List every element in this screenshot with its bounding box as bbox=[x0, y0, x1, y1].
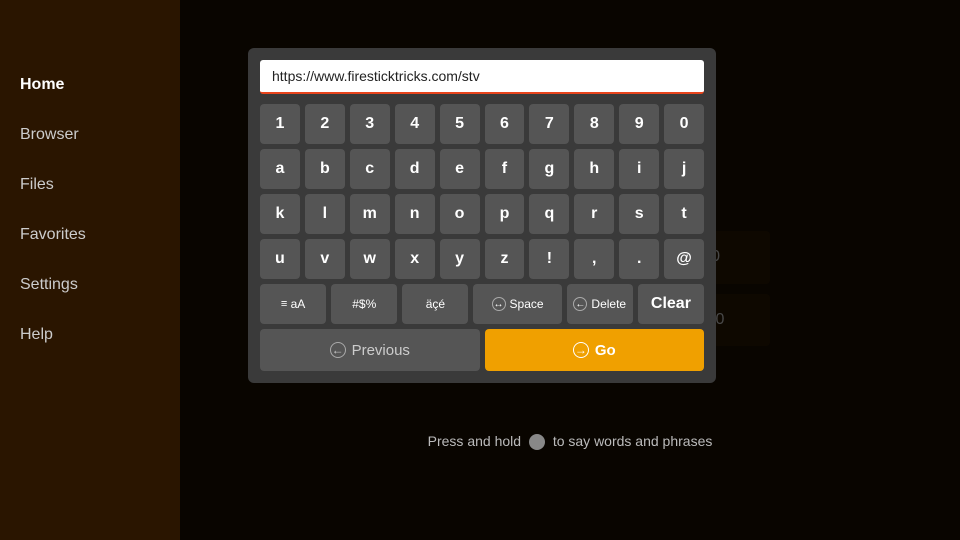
key-delete[interactable]: ← Delete bbox=[567, 284, 633, 324]
sidebar-item-home[interactable]: Home bbox=[0, 60, 180, 110]
key-at[interactable]: @ bbox=[664, 239, 704, 279]
key-0[interactable]: 0 bbox=[664, 104, 704, 144]
key-6[interactable]: 6 bbox=[485, 104, 525, 144]
key-m[interactable]: m bbox=[350, 194, 390, 234]
sidebar-item-browser[interactable]: Browser bbox=[0, 110, 180, 160]
key-8[interactable]: 8 bbox=[574, 104, 614, 144]
key-u[interactable]: u bbox=[260, 239, 300, 279]
previous-button[interactable]: ← Previous bbox=[260, 329, 480, 371]
go-button[interactable]: → Go bbox=[485, 329, 705, 371]
key-5[interactable]: 5 bbox=[440, 104, 480, 144]
key-accents[interactable]: äçé bbox=[402, 284, 468, 324]
key-a[interactable]: a bbox=[260, 149, 300, 189]
keyboard-dialog: https://www.firesticktricks.com/stv 1 2 … bbox=[248, 48, 716, 383]
mic-icon bbox=[529, 434, 545, 450]
key-k[interactable]: k bbox=[260, 194, 300, 234]
sidebar-item-files[interactable]: Files bbox=[0, 160, 180, 210]
key-9[interactable]: 9 bbox=[619, 104, 659, 144]
key-comma[interactable]: , bbox=[574, 239, 614, 279]
key-symbols[interactable]: #$% bbox=[331, 284, 397, 324]
row-k-t: k l m n o p q r s t bbox=[260, 194, 704, 234]
key-space[interactable]: ↔ Space bbox=[473, 284, 561, 324]
key-d[interactable]: d bbox=[395, 149, 435, 189]
key-y[interactable]: y bbox=[440, 239, 480, 279]
key-menu-case[interactable]: ≡ aA bbox=[260, 284, 326, 324]
key-o[interactable]: o bbox=[440, 194, 480, 234]
key-l[interactable]: l bbox=[305, 194, 345, 234]
key-n[interactable]: n bbox=[395, 194, 435, 234]
key-t[interactable]: t bbox=[664, 194, 704, 234]
go-icon: → bbox=[573, 342, 589, 358]
sidebar-item-favorites[interactable]: Favorites bbox=[0, 210, 180, 260]
key-h[interactable]: h bbox=[574, 149, 614, 189]
key-z[interactable]: z bbox=[485, 239, 525, 279]
key-b[interactable]: b bbox=[305, 149, 345, 189]
row-u-at: u v w x y z ! , . @ bbox=[260, 239, 704, 279]
key-2[interactable]: 2 bbox=[305, 104, 345, 144]
key-3[interactable]: 3 bbox=[350, 104, 390, 144]
keyboard: 1 2 3 4 5 6 7 8 9 0 a b c d e f g h i j … bbox=[260, 104, 704, 324]
key-clear[interactable]: Clear bbox=[638, 284, 704, 324]
key-7[interactable]: 7 bbox=[529, 104, 569, 144]
key-4[interactable]: 4 bbox=[395, 104, 435, 144]
key-q[interactable]: q bbox=[529, 194, 569, 234]
key-i[interactable]: i bbox=[619, 149, 659, 189]
key-x[interactable]: x bbox=[395, 239, 435, 279]
sidebar-item-help[interactable]: Help bbox=[0, 310, 180, 360]
key-v[interactable]: v bbox=[305, 239, 345, 279]
key-r[interactable]: r bbox=[574, 194, 614, 234]
url-input-bar[interactable]: https://www.firesticktricks.com/stv bbox=[260, 60, 704, 94]
previous-icon: ← bbox=[330, 342, 346, 358]
key-w[interactable]: w bbox=[350, 239, 390, 279]
sidebar-item-settings[interactable]: Settings bbox=[0, 260, 180, 310]
key-c[interactable]: c bbox=[350, 149, 390, 189]
hint-bar: Press and hold to say words and phrases bbox=[180, 433, 960, 450]
action-row: ← Previous → Go bbox=[260, 329, 704, 371]
special-row: ≡ aA #$% äçé ↔ Space ← Delete Clear bbox=[260, 284, 704, 324]
key-g[interactable]: g bbox=[529, 149, 569, 189]
row-a-j: a b c d e f g h i j bbox=[260, 149, 704, 189]
key-exclaim[interactable]: ! bbox=[529, 239, 569, 279]
key-f[interactable]: f bbox=[485, 149, 525, 189]
key-s[interactable]: s bbox=[619, 194, 659, 234]
key-period[interactable]: . bbox=[619, 239, 659, 279]
key-e[interactable]: e bbox=[440, 149, 480, 189]
key-p[interactable]: p bbox=[485, 194, 525, 234]
number-row: 1 2 3 4 5 6 7 8 9 0 bbox=[260, 104, 704, 144]
key-1[interactable]: 1 bbox=[260, 104, 300, 144]
key-j[interactable]: j bbox=[664, 149, 704, 189]
sidebar: Home Browser Files Favorites Settings He… bbox=[0, 0, 180, 540]
